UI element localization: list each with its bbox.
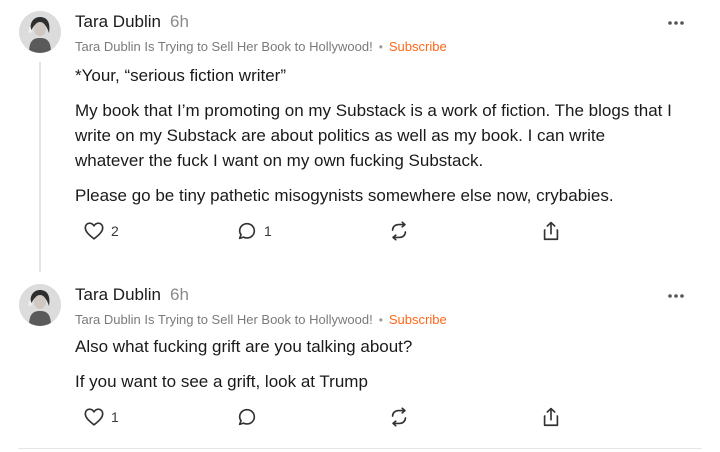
comment-header: Tara Dublin 6h xyxy=(75,12,189,32)
like-count: 2 xyxy=(111,223,119,239)
heart-icon xyxy=(84,408,104,426)
publication-name[interactable]: Tara Dublin Is Trying to Sell Her Book t… xyxy=(75,312,373,327)
comment-paragraph: Also what fucking grift are you talking … xyxy=(75,337,413,356)
like-count: 1 xyxy=(111,409,119,425)
comment-body: Also what fucking grift are you talking … xyxy=(75,334,675,404)
comment-paragraph: My book that I’m promoting on my Substac… xyxy=(75,101,672,170)
author-name[interactable]: Tara Dublin xyxy=(75,12,161,32)
restack-icon xyxy=(391,221,407,241)
comment: Tara Dublin 6h Tara Dublin Is Trying to … xyxy=(0,272,720,452)
avatar[interactable] xyxy=(19,11,61,53)
comment: Tara Dublin 6h Tara Dublin Is Trying to … xyxy=(0,0,720,272)
publication-row: Tara Dublin Is Trying to Sell Her Book t… xyxy=(75,39,447,54)
avatar-photo xyxy=(19,11,61,53)
comment-bubble-icon xyxy=(238,222,256,240)
reply-button[interactable]: 1 xyxy=(236,220,272,242)
reply-button[interactable] xyxy=(236,406,258,428)
separator-dot: • xyxy=(378,39,383,54)
timestamp[interactable]: 6h xyxy=(170,285,189,305)
timestamp[interactable]: 6h xyxy=(170,12,189,32)
subscribe-link[interactable]: Subscribe xyxy=(389,312,447,327)
comment-header: Tara Dublin 6h xyxy=(75,285,189,305)
author-name[interactable]: Tara Dublin xyxy=(75,285,161,305)
comment-paragraph: Please go be tiny pathetic misogynists s… xyxy=(75,186,614,205)
more-dots-icon[interactable] xyxy=(665,289,687,301)
thread-line xyxy=(39,62,41,272)
restack-button[interactable] xyxy=(388,406,410,428)
like-button[interactable]: 1 xyxy=(83,406,119,428)
avatar[interactable] xyxy=(19,284,61,326)
reply-count: 1 xyxy=(264,223,272,239)
share-button[interactable] xyxy=(540,220,562,242)
restack-button[interactable] xyxy=(388,220,410,242)
separator-dot: • xyxy=(378,312,383,327)
more-dots-icon[interactable] xyxy=(665,16,687,28)
share-button[interactable] xyxy=(540,406,562,428)
comment-paragraph: *Your, “serious fiction writer” xyxy=(75,66,287,85)
comment-paragraph: If you want to see a grift, look at Trum… xyxy=(75,372,368,391)
restack-icon xyxy=(391,407,407,427)
divider xyxy=(18,448,702,449)
like-button[interactable]: 2 xyxy=(83,220,119,242)
share-icon xyxy=(543,407,559,427)
share-icon xyxy=(543,221,559,241)
publication-name[interactable]: Tara Dublin Is Trying to Sell Her Book t… xyxy=(75,39,373,54)
heart-icon xyxy=(84,222,104,240)
subscribe-link[interactable]: Subscribe xyxy=(389,39,447,54)
avatar-photo xyxy=(19,284,61,326)
comment-body: *Your, “serious fiction writer” My book … xyxy=(75,63,675,218)
publication-row: Tara Dublin Is Trying to Sell Her Book t… xyxy=(75,312,447,327)
comment-bubble-icon xyxy=(238,408,256,426)
